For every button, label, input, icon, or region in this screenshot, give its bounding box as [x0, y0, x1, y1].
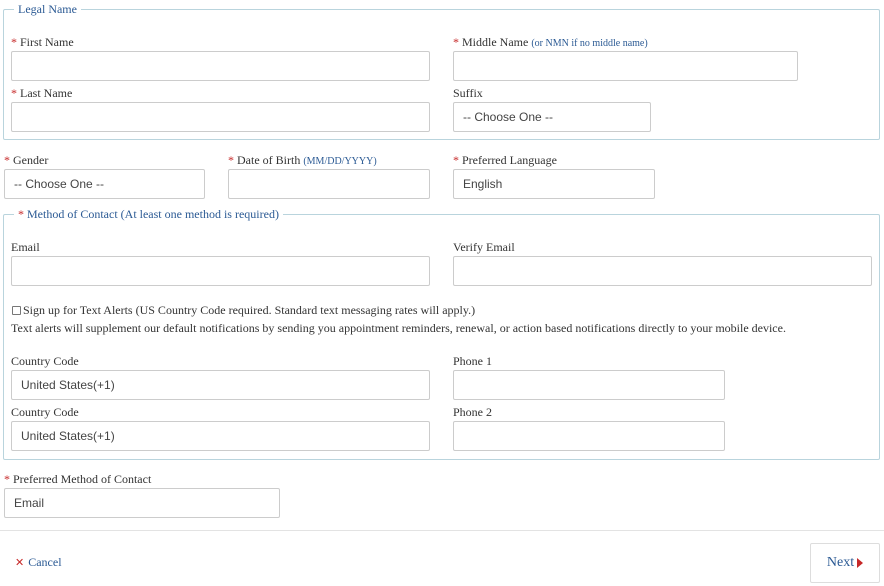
text-alerts-description: Text alerts will supplement our default … — [11, 321, 786, 335]
text-alerts-checkbox[interactable] — [12, 306, 21, 315]
required-marker: * — [4, 153, 10, 167]
preferred-contact-label: * Preferred Method of Contact — [4, 472, 152, 486]
dob-hint: (MM/DD/YYYY) — [303, 156, 377, 167]
required-marker: * — [453, 153, 459, 167]
phone-1-input[interactable] — [453, 370, 725, 400]
cancel-button[interactable]: ✕ Cancel — [15, 555, 62, 570]
dob-input[interactable] — [228, 169, 430, 199]
phone-2-label: Phone 2 — [453, 405, 492, 419]
contact-legend: * Method of Contact (At least one method … — [14, 207, 283, 221]
phone-2-input[interactable] — [453, 421, 725, 451]
preferred-contact-select[interactable]: Email — [4, 488, 280, 518]
required-marker: * — [4, 472, 10, 486]
country-code-2-select[interactable]: United States(+1) — [11, 421, 430, 451]
last-name-input[interactable] — [11, 102, 430, 132]
country-code-1-label: Country Code — [11, 354, 79, 368]
phone-1-label: Phone 1 — [453, 354, 492, 368]
required-marker: * — [11, 35, 17, 49]
text-alerts-label[interactable]: Sign up for Text Alerts (US Country Code… — [23, 303, 475, 317]
language-select[interactable]: English — [453, 169, 655, 199]
first-name-label: * First Name — [11, 35, 74, 49]
legal-name-legend: Legal Name — [14, 2, 81, 16]
required-marker: * — [18, 207, 24, 221]
country-code-2-label: Country Code — [11, 405, 79, 419]
verify-email-label: Verify Email — [453, 240, 515, 254]
required-marker: * — [228, 153, 234, 167]
verify-email-input[interactable] — [453, 256, 872, 286]
gender-select[interactable]: -- Choose One -- — [4, 169, 205, 199]
email-label: Email — [11, 240, 40, 254]
next-label: Next — [826, 555, 855, 570]
country-code-1-select[interactable]: United States(+1) — [11, 370, 430, 400]
last-name-label: * Last Name — [11, 86, 73, 100]
suffix-label: Suffix — [453, 86, 483, 100]
divider — [0, 530, 884, 531]
language-label: * Preferred Language — [453, 153, 557, 167]
required-marker: * — [453, 35, 459, 49]
next-button[interactable]: Next — [810, 543, 880, 583]
close-icon: ✕ — [15, 556, 25, 569]
suffix-select[interactable]: -- Choose One -- — [453, 102, 651, 132]
middle-name-label: * Middle Name (or NMN if no middle name) — [453, 35, 648, 49]
required-marker: * — [11, 86, 17, 100]
middle-name-hint: (or NMN if no middle name) — [531, 38, 648, 49]
email-input[interactable] — [11, 256, 430, 286]
dob-label: * Date of Birth (MM/DD/YYYY) — [228, 153, 377, 167]
cancel-label: Cancel — [28, 555, 62, 569]
chevron-right-icon — [857, 558, 864, 568]
middle-name-input[interactable] — [453, 51, 798, 81]
gender-label: * Gender — [4, 153, 49, 167]
first-name-input[interactable] — [11, 51, 430, 81]
